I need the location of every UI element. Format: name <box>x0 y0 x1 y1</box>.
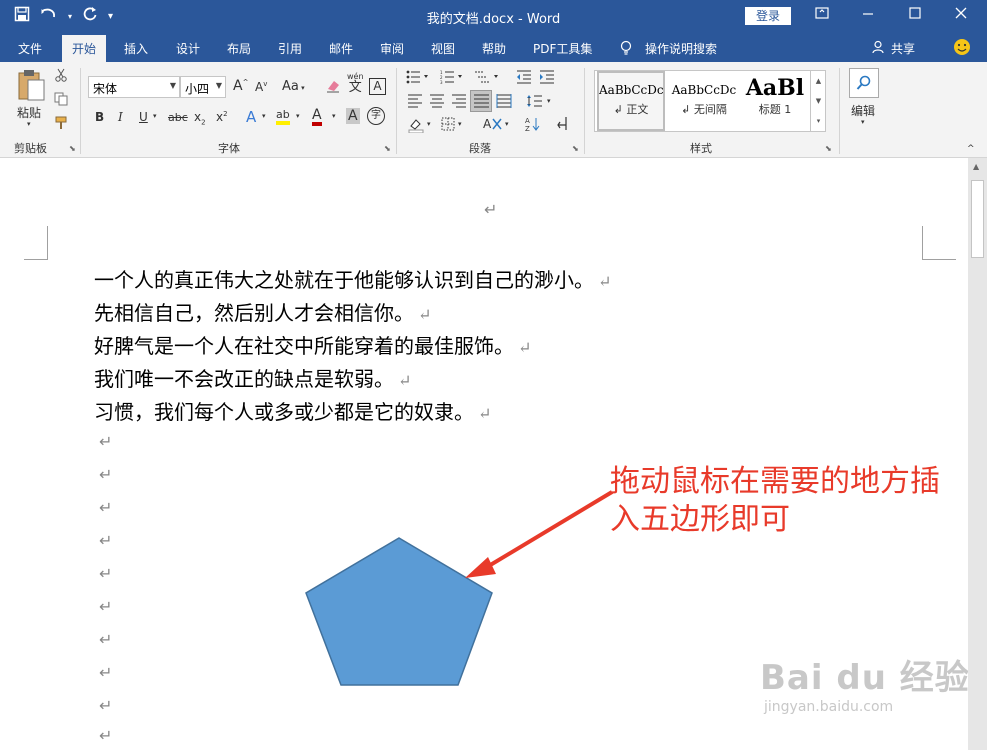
scroll-thumb[interactable] <box>971 180 984 258</box>
drawing-layer <box>305 490 614 686</box>
watermark-brand: Bai du 经验 <box>760 658 970 698</box>
scroll-up-icon[interactable]: ▲ <box>973 162 979 171</box>
baidu-watermark: Bai du 经验 jingyan.baidu.com <box>760 650 970 715</box>
annotation-text: 拖动鼠标在需要的地方插 入五边形即可 <box>610 463 940 539</box>
annotation-line-1: 拖动鼠标在需要的地方插 <box>610 464 940 499</box>
watermark-url: jingyan.baidu.com <box>764 699 894 715</box>
pentagon-shape[interactable] <box>305 537 493 686</box>
vertical-scrollbar[interactable]: ▲ <box>968 158 987 750</box>
annotation-arrow <box>465 490 614 578</box>
annotation-line-2: 入五边形即可 <box>610 502 790 537</box>
